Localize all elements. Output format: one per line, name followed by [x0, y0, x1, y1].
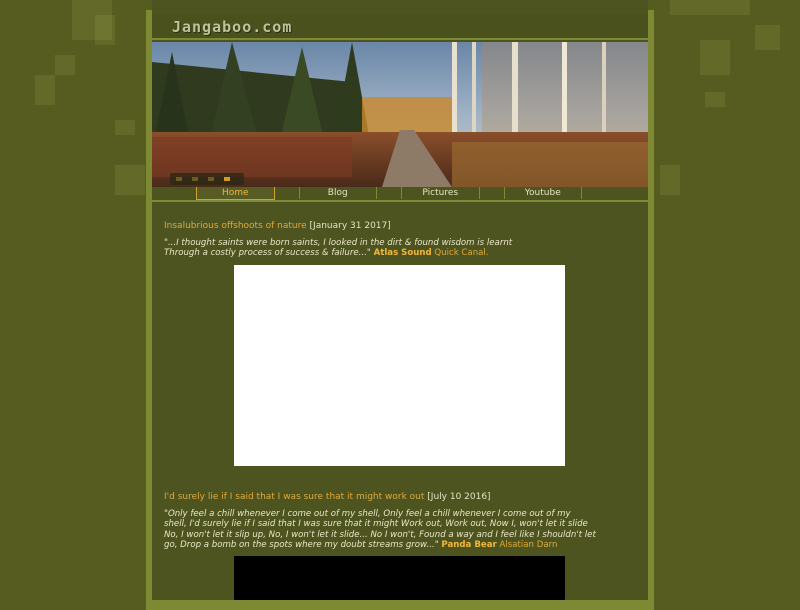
post-date: [July 10 2016] — [427, 492, 491, 502]
quote-line: "Only feel a chill whenever I come out o… — [164, 509, 571, 519]
artist-name[interactable]: Panda Bear — [441, 540, 496, 550]
quote-line: go, Drop a bomb on the spots where my do… — [164, 540, 634, 550]
song-name[interactable]: Quick Canal. — [434, 248, 488, 258]
site-logo[interactable]: Jangaboo.com — [172, 18, 292, 36]
slider-pagination — [170, 173, 244, 185]
autumn-path-photo — [152, 42, 648, 187]
quote-line-text: Through a costly process of success & fa… — [164, 248, 371, 259]
quote-line: No, I won't let it slip up, No, I won't … — [164, 529, 596, 540]
slide-dot-active[interactable] — [224, 177, 230, 181]
embedded-video[interactable] — [234, 556, 565, 600]
artist-name[interactable]: Atlas Sound — [374, 248, 432, 258]
header: Jangaboo.com — [152, 14, 648, 40]
post-date: [January 31 2017] — [309, 221, 391, 231]
post-quote: "Only feel a chill whenever I come out o… — [164, 509, 634, 551]
slide-dot[interactable] — [176, 177, 182, 181]
banner-image — [152, 42, 648, 187]
nav-home[interactable]: Home — [196, 187, 275, 200]
post-quote: "...I thought saints were born saints, I… — [164, 238, 634, 259]
quote-line: "...I thought saints were born saints, I… — [164, 238, 513, 248]
quote-line: shell, I'd surely lie if I said that I w… — [164, 519, 588, 530]
embedded-video[interactable] — [234, 265, 565, 466]
post-title-link[interactable]: I'd surely lie if I said that I was sure… — [164, 492, 424, 502]
quote-line-text: go, Drop a bomb on the spots where my do… — [164, 540, 439, 551]
post-title: Insalubrious offshoots of nature [Januar… — [164, 221, 391, 231]
nav-pictures[interactable]: Pictures — [401, 187, 480, 199]
song-name[interactable]: Alsatian Darn — [500, 540, 558, 550]
nav-divider — [152, 200, 648, 202]
nav-blog[interactable]: Blog — [298, 187, 377, 199]
slide-dot[interactable] — [192, 177, 198, 181]
nav-youtube[interactable]: Youtube — [503, 187, 582, 199]
post-title: I'd surely lie if I said that I was sure… — [164, 492, 491, 502]
main-nav: Home Blog Pictures Youtube — [196, 187, 606, 200]
quote-line: Through a costly process of success & fa… — [164, 248, 634, 258]
slide-dot[interactable] — [208, 177, 214, 181]
post-title-link[interactable]: Insalubrious offshoots of nature — [164, 221, 307, 231]
